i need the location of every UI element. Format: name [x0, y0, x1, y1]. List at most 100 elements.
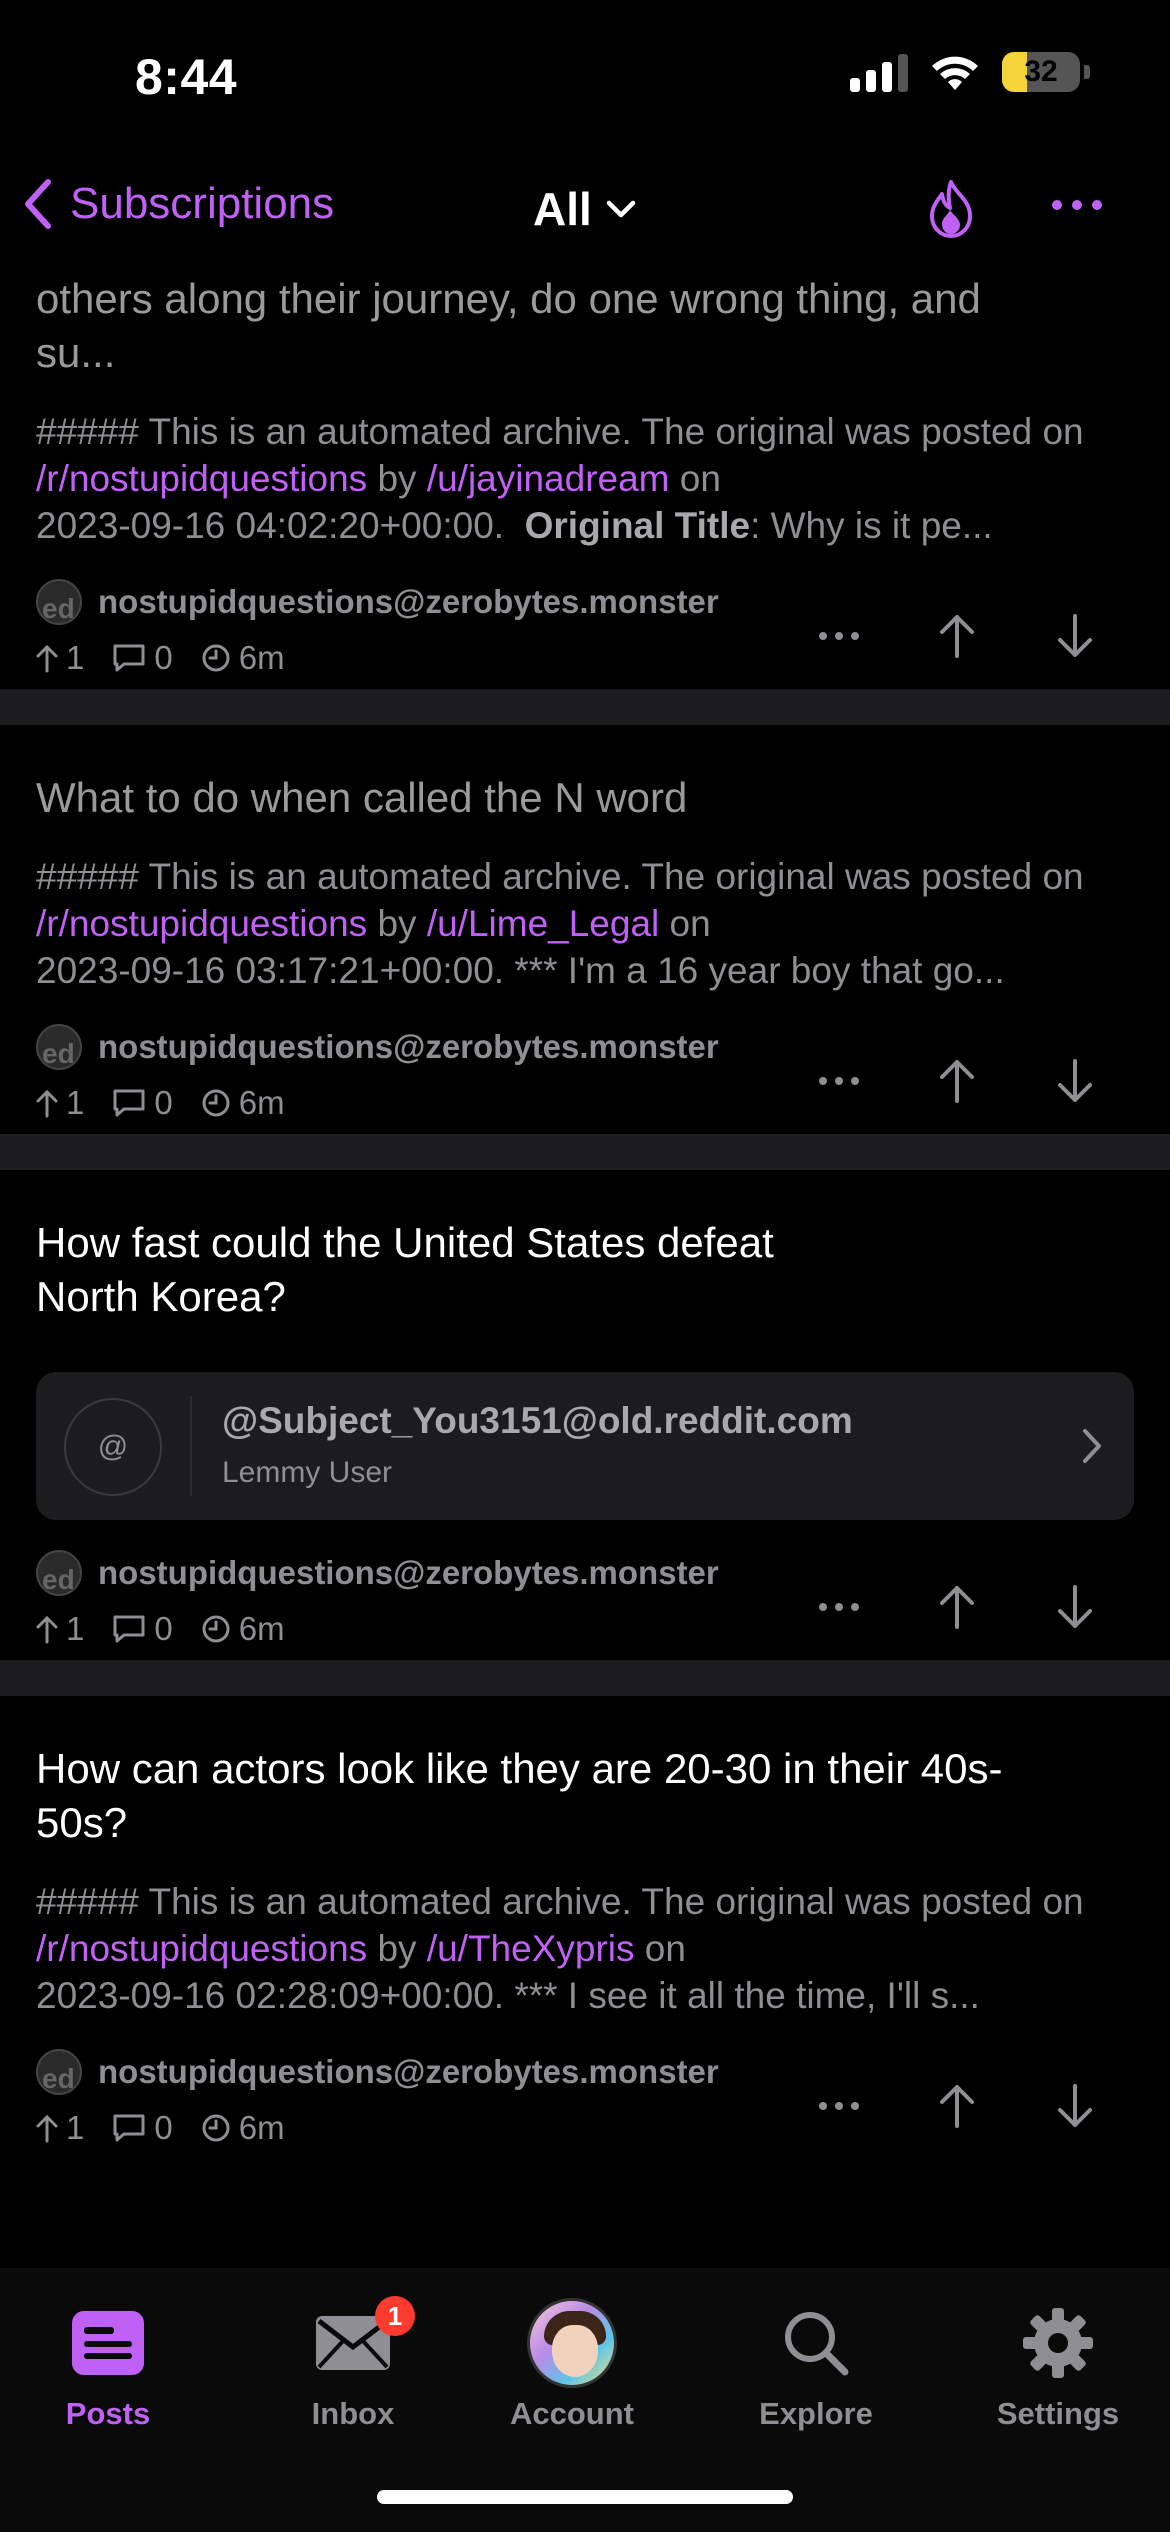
community-link[interactable]: nostupidquestions@zerobytes.monster	[36, 2049, 719, 2095]
flame-icon	[930, 180, 972, 238]
tab-label: Explore	[759, 2396, 873, 2431]
arrow-up-icon	[36, 1615, 58, 1644]
upvote-button[interactable]	[898, 2071, 1016, 2141]
chevron-left-icon	[25, 179, 51, 229]
downvote-button[interactable]	[1016, 601, 1134, 671]
arrow-up-icon	[940, 1060, 974, 1103]
battery-percent: 32	[1024, 55, 1058, 88]
community-link[interactable]: nostupidquestions@zerobytes.monster	[36, 579, 719, 625]
card-username: @Subject_You3151@old.reddit.com	[222, 1400, 853, 1441]
battery-icon: 32	[1002, 52, 1080, 92]
comment-icon	[113, 1089, 145, 1117]
post-item[interactable]: How fast could the United States defeat …	[0, 1170, 1170, 1660]
post-item[interactable]: How can actors look like they are 20-30 …	[0, 1696, 1170, 2159]
posts-icon	[72, 2311, 144, 2375]
chevron-right-icon	[1083, 1429, 1101, 1463]
post-more-button[interactable]	[780, 601, 898, 671]
post-age: 6m	[238, 2109, 285, 2146]
post-stats: 1 0 6m	[36, 639, 285, 677]
arrow-up-icon	[36, 2114, 58, 2143]
post-actions	[780, 1046, 1134, 1116]
tab-account[interactable]: Account	[472, 2298, 672, 2432]
upvote-button[interactable]	[898, 1046, 1016, 1116]
subreddit-link[interactable]: /r/nostupidquestions	[36, 458, 367, 499]
comment-icon	[113, 644, 145, 672]
clock-icon	[202, 2114, 230, 2142]
post-body[interactable]: ##### This is an automated archive. The …	[36, 408, 1134, 549]
card-subtitle: Lemmy User	[222, 1456, 393, 1489]
inbox-badge: 1	[375, 2296, 415, 2336]
upvote-count: 1	[66, 2109, 85, 2146]
arrow-down-icon	[1058, 614, 1092, 657]
post-stats: 1 0 6m	[36, 1084, 285, 1122]
comment-count: 0	[154, 1084, 173, 1121]
post-body[interactable]: ##### This is an automated archive. The …	[36, 853, 1134, 994]
gear-icon	[1023, 2308, 1093, 2378]
back-button[interactable]: Subscriptions	[22, 178, 334, 230]
post-stats: 1 0 6m	[36, 1610, 285, 1648]
clock-icon	[202, 1089, 230, 1117]
post-item[interactable]: What to do when called the N word ##### …	[0, 725, 1170, 1134]
post-more-button[interactable]	[780, 2071, 898, 2141]
feed-type-selector[interactable]: All	[533, 182, 636, 236]
arrow-up-icon	[940, 615, 974, 658]
arrow-up-icon	[36, 644, 58, 673]
wifi-icon	[932, 56, 978, 90]
tab-label: Inbox	[311, 2396, 395, 2431]
subreddit-link[interactable]: /r/nostupidquestions	[36, 903, 367, 944]
navigation-bar: Subscriptions All	[0, 160, 1170, 260]
community-avatar	[36, 1550, 82, 1596]
post-meta: nostupidquestions@zerobytes.monster 1 0 …	[36, 1024, 1134, 1134]
comment-count: 0	[154, 1610, 173, 1647]
more-options-button[interactable]	[1052, 200, 1102, 210]
post-title[interactable]: How fast could the United States defeat …	[36, 1216, 1134, 1324]
downvote-button[interactable]	[1016, 2071, 1134, 2141]
post-separator	[0, 1660, 1170, 1696]
post-stats: 1 0 6m	[36, 2109, 285, 2147]
post-item[interactable]: others along their journey, do one wrong…	[0, 262, 1170, 689]
community-link[interactable]: nostupidquestions@zerobytes.monster	[36, 1550, 719, 1596]
tab-label: Settings	[996, 2396, 1120, 2431]
post-more-button[interactable]	[780, 1046, 898, 1116]
downvote-button[interactable]	[1016, 1046, 1134, 1116]
post-actions	[780, 2071, 1134, 2141]
post-title[interactable]: How can actors look like they are 20-30 …	[36, 1742, 1134, 1850]
tab-inbox[interactable]: 1 Inbox	[253, 2296, 453, 2432]
post-separator	[0, 1134, 1170, 1170]
account-avatar	[527, 2298, 617, 2388]
upvote-button[interactable]	[898, 1572, 1016, 1642]
post-more-button[interactable]	[780, 1572, 898, 1642]
post-title[interactable]: What to do when called the N word	[36, 771, 1134, 825]
community-avatar	[36, 579, 82, 625]
tab-explore[interactable]: Explore	[716, 2298, 916, 2432]
home-indicator[interactable]	[377, 2490, 793, 2504]
subreddit-link[interactable]: /r/nostupidquestions	[36, 1928, 367, 1969]
user-link[interactable]: /u/Lime_Legal	[427, 903, 659, 944]
downvote-button[interactable]	[1016, 1572, 1134, 1642]
arrow-up-icon	[940, 2085, 974, 2128]
upvote-count: 1	[66, 1084, 85, 1121]
status-time: 8:44	[135, 49, 238, 105]
community-link[interactable]: nostupidquestions@zerobytes.monster	[36, 1024, 719, 1070]
tab-label: Posts	[65, 2396, 151, 2431]
post-meta: nostupidquestions@zerobytes.monster 1 0 …	[36, 2049, 1134, 2159]
post-title[interactable]: others along their journey, do one wrong…	[36, 272, 1134, 380]
post-feed[interactable]: others along their journey, do one wrong…	[0, 262, 1170, 2268]
post-meta: nostupidquestions@zerobytes.monster 1 0 …	[36, 579, 1134, 689]
arrow-up-icon	[36, 1089, 58, 1118]
community-avatar	[36, 2049, 82, 2095]
post-age: 6m	[238, 1610, 285, 1647]
comment-icon	[113, 2114, 145, 2142]
tab-settings[interactable]: Settings	[958, 2298, 1158, 2432]
post-body[interactable]: ##### This is an automated archive. The …	[36, 1878, 1134, 2019]
chevron-down-icon	[606, 200, 636, 218]
tab-posts[interactable]: Posts	[8, 2298, 208, 2432]
comment-count: 0	[154, 2109, 173, 2146]
user-link-card[interactable]: @ @Subject_You3151@old.reddit.com Lemmy …	[36, 1372, 1134, 1520]
back-label: Subscriptions	[70, 179, 335, 228]
user-link[interactable]: /u/jayinadream	[427, 458, 670, 499]
sort-button[interactable]	[926, 178, 976, 245]
user-link[interactable]: /u/TheXypris	[427, 1928, 635, 1969]
upvote-button[interactable]	[898, 601, 1016, 671]
upvote-count: 1	[66, 639, 85, 676]
